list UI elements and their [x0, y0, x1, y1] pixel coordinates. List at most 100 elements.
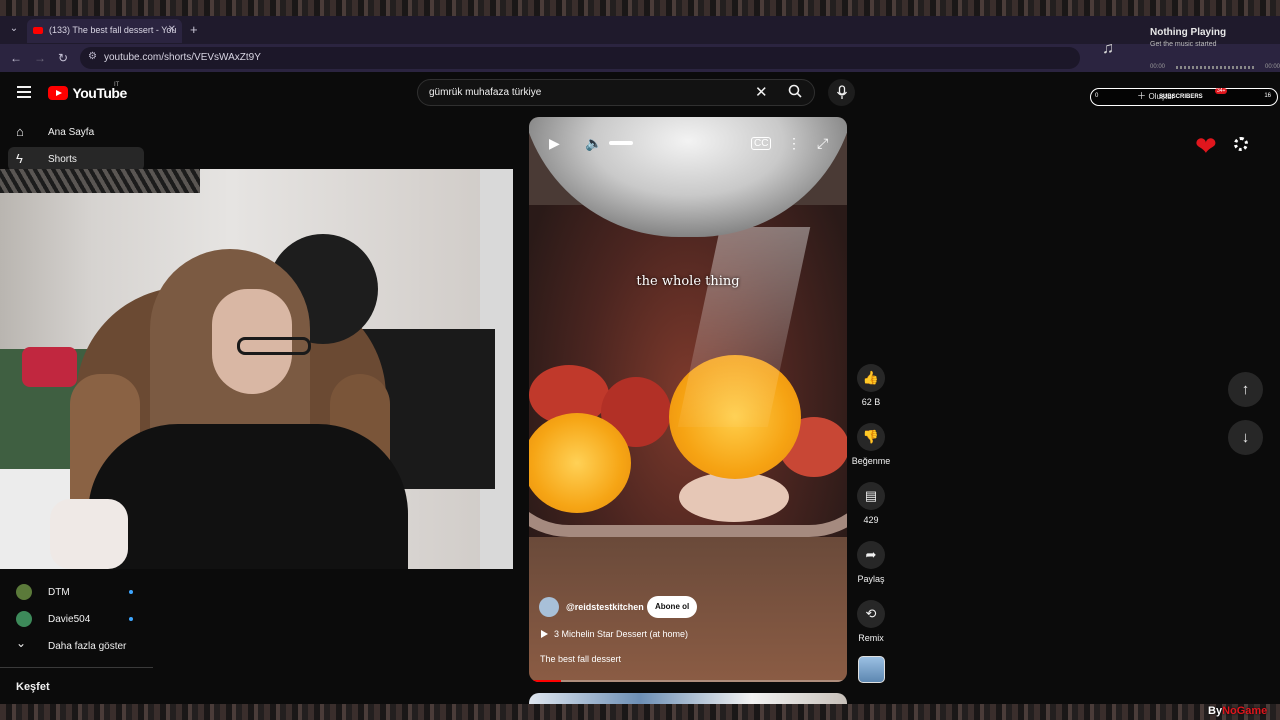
- search-icon[interactable]: [788, 84, 802, 98]
- search-box[interactable]: gümrük muhafaza türkiye ✕: [417, 79, 815, 106]
- like-button[interactable]: 👍 62 B: [851, 364, 891, 407]
- browser-tab-bar: ⌄ (133) The best fall dessert - You ✕ +: [0, 16, 1280, 44]
- youtube-play-icon: [48, 85, 68, 100]
- stream-overlay-top-border: [0, 0, 1280, 16]
- heart-icon: ❤: [1195, 131, 1217, 161]
- channel-handle[interactable]: @reidstestkitchen: [566, 602, 644, 612]
- now-playing-progress: [1176, 66, 1256, 69]
- share-label: Paylaş: [857, 574, 885, 584]
- share-icon: ➦: [857, 541, 885, 569]
- subscription-item[interactable]: DTM: [8, 580, 144, 604]
- overlay-left-count: 0: [1095, 93, 1099, 99]
- site-info-icon[interactable]: ⚙: [88, 51, 97, 62]
- browser-address-bar: ← → ↻ ⚙ youtube.com/shorts/VEVsWAxZt9Y: [0, 44, 1280, 72]
- subscribe-button[interactable]: Abone ol: [647, 596, 698, 618]
- avatar: [16, 584, 32, 600]
- browser-tab[interactable]: (133) The best fall dessert - You ✕: [27, 19, 182, 43]
- stream-overlay-bottom-border: [0, 704, 1280, 720]
- search-input[interactable]: gümrük muhafaza türkiye: [429, 87, 541, 98]
- comment-count: 429: [863, 515, 879, 525]
- country-code: IT: [114, 82, 120, 88]
- video-progress-fill: [529, 680, 561, 682]
- youtube-favicon-icon: [33, 27, 43, 34]
- shorts-video-player[interactable]: ▶ 🔈 CC ⋮ ⤢ the whole thing @reidstestkit…: [529, 117, 847, 682]
- volume-icon[interactable]: 🔈: [585, 135, 602, 152]
- share-button[interactable]: ➦ Paylaş: [851, 541, 891, 584]
- reload-icon[interactable]: ↻: [58, 51, 68, 65]
- arrow-up-icon: ↑: [1241, 381, 1250, 398]
- overlay-subscribers-label: SUBSCRIBERS: [1159, 94, 1203, 100]
- url-field[interactable]: ⚙ youtube.com/shorts/VEVsWAxZt9Y: [80, 47, 1080, 69]
- subscription-item[interactable]: Davie504: [8, 607, 144, 631]
- play-icon[interactable]: ▶: [549, 135, 560, 152]
- close-tab-icon[interactable]: ✕: [168, 24, 176, 35]
- watermark-name: NoGame: [1222, 705, 1268, 717]
- overlay-right-count: 16: [1264, 93, 1271, 99]
- tab-title: (133) The best fall dessert - You: [49, 25, 177, 35]
- like-count: 62 B: [861, 397, 881, 407]
- comment-icon: ▤: [857, 482, 885, 510]
- back-icon[interactable]: ←: [10, 51, 22, 65]
- dislike-button[interactable]: 👎 Beğenme: [851, 423, 891, 466]
- notification-badge[interactable]: 34+: [1215, 88, 1228, 94]
- now-playing-subtitle: Get the music started: [1150, 41, 1217, 48]
- previous-short-button[interactable]: ↑: [1228, 372, 1263, 407]
- forward-icon[interactable]: →: [34, 51, 46, 65]
- sidebar-item-label: Shorts: [48, 154, 77, 165]
- video-progress-bar[interactable]: [529, 680, 847, 682]
- short-title: The best fall dessert: [540, 654, 622, 664]
- webcam-overlay: [0, 169, 513, 569]
- video-caption: the whole thing: [636, 274, 740, 289]
- volume-slider[interactable]: [609, 141, 633, 145]
- playlist-title: 3 Michelin Star Dessert (at home): [554, 629, 689, 639]
- avatar: [16, 611, 32, 627]
- comments-button[interactable]: ▤ 429: [851, 482, 891, 525]
- microphone-icon: [836, 85, 847, 99]
- now-playing-title: Nothing Playing: [1150, 27, 1227, 38]
- show-more-label: Daha fazla göster: [48, 641, 127, 652]
- stream-overlay-goal-bar: 0 ＋ Oluştur SUBSCRIBERS 34+ 16: [1090, 88, 1278, 106]
- watermark-prefix: By: [1208, 705, 1223, 717]
- playlist-link[interactable]: 3 Michelin Star Dessert (at home): [541, 629, 688, 639]
- youtube-logo[interactable]: YouTube IT: [48, 82, 127, 102]
- show-more-button[interactable]: ⌄ Daha fazla göster: [8, 634, 144, 658]
- sidebar-item-home[interactable]: ⌂ Ana Sayfa: [8, 120, 144, 144]
- chevron-down-icon: ⌄: [16, 636, 27, 650]
- sound-thumbnail[interactable]: [858, 656, 885, 683]
- explore-heading: Keşfet: [16, 681, 50, 693]
- new-content-dot: [129, 617, 133, 621]
- next-short-preview[interactable]: [529, 693, 847, 704]
- fullscreen-icon[interactable]: ⤢: [817, 135, 828, 152]
- playlist-play-icon: [541, 630, 548, 638]
- url-text: youtube.com/shorts/VEVsWAxZt9Y: [104, 52, 261, 63]
- now-playing-time-start: 00:00: [1150, 64, 1166, 70]
- loading-ring-icon: [1234, 137, 1248, 151]
- voice-search-button[interactable]: [828, 79, 855, 106]
- hamburger-menu-icon[interactable]: [17, 86, 31, 98]
- subscription-name: Davie504: [48, 614, 91, 625]
- streamer-watermark: ByNoGame: [1208, 705, 1267, 717]
- clear-search-icon[interactable]: ✕: [755, 83, 768, 101]
- channel-avatar[interactable]: [539, 597, 559, 617]
- next-short-button[interactable]: ↓: [1228, 420, 1263, 455]
- tab-list-chevron-icon[interactable]: ⌄: [6, 21, 22, 37]
- music-note-icon: ♫: [1102, 40, 1114, 57]
- sidebar-divider: [0, 667, 153, 668]
- new-content-dot: [129, 590, 133, 594]
- remix-icon: ⟲: [857, 600, 885, 628]
- shorts-icon: ϟ: [16, 151, 23, 166]
- sidebar-item-shorts[interactable]: ϟ Shorts: [8, 147, 144, 171]
- remix-label: Remix: [858, 633, 884, 643]
- dislike-label: Beğenme: [851, 456, 891, 466]
- more-options-icon[interactable]: ⋮: [787, 135, 801, 152]
- new-tab-icon[interactable]: +: [190, 22, 198, 37]
- thumbs-up-icon: 👍: [857, 364, 885, 392]
- sidebar-item-label: Ana Sayfa: [48, 127, 95, 138]
- subscription-name: DTM: [48, 587, 70, 598]
- now-playing-time-end: 00:00: [1264, 64, 1280, 70]
- arrow-down-icon: ↓: [1241, 429, 1250, 446]
- captions-icon[interactable]: CC: [751, 137, 772, 150]
- remix-button[interactable]: ⟲ Remix: [851, 600, 891, 643]
- home-icon: ⌂: [16, 124, 24, 139]
- now-playing-widget: ♫ Nothing Playing Get the music started …: [1090, 16, 1280, 84]
